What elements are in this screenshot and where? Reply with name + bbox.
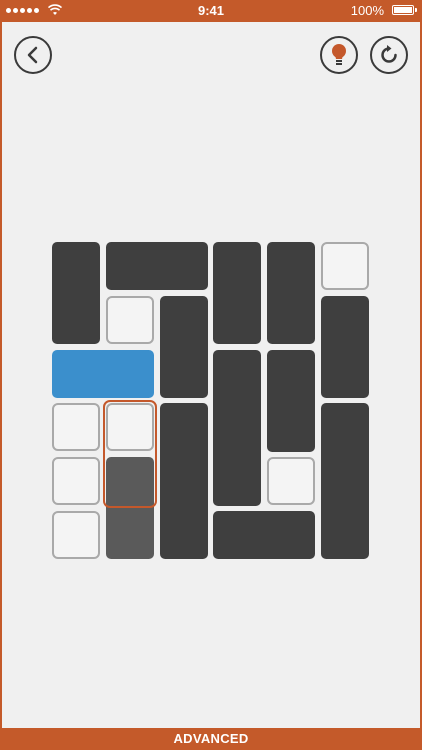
block-horizontal[interactable] [213, 511, 315, 559]
empty-cell[interactable] [321, 242, 369, 290]
puzzle-board [2, 22, 420, 728]
game-screen [2, 22, 420, 728]
target-block[interactable] [52, 350, 154, 398]
difficulty-label: ADVANCED [0, 728, 422, 750]
block-vertical[interactable] [213, 350, 261, 506]
block-vertical[interactable] [160, 296, 208, 398]
empty-cell[interactable] [52, 457, 100, 505]
empty-cell[interactable] [106, 296, 154, 344]
block-vertical[interactable] [321, 296, 369, 398]
empty-cell[interactable] [52, 403, 100, 451]
block-vertical[interactable] [52, 242, 100, 344]
block-vertical[interactable] [267, 242, 315, 344]
block-vertical[interactable] [213, 242, 261, 344]
status-bar: 9:41 100% [0, 0, 422, 22]
hint-outline [103, 400, 157, 508]
empty-cell[interactable] [267, 457, 315, 505]
empty-cell[interactable] [52, 511, 100, 559]
block-vertical[interactable] [267, 350, 315, 452]
block-vertical[interactable] [321, 403, 369, 559]
block-horizontal[interactable] [106, 242, 208, 290]
battery-percentage: 100% [350, 3, 384, 18]
block-vertical[interactable] [160, 403, 208, 559]
battery-icon [392, 5, 417, 15]
